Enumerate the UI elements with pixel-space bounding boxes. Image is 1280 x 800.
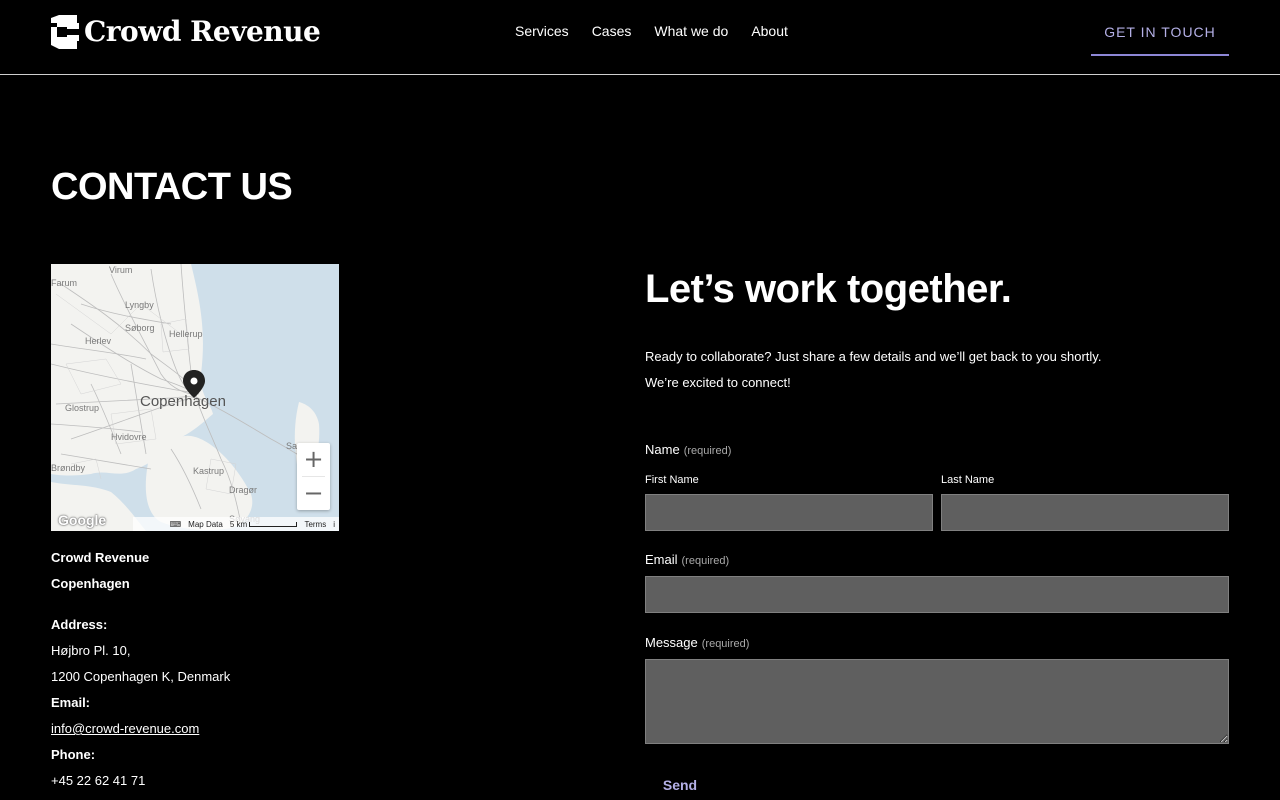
zoom-out-button[interactable]: − bbox=[297, 477, 330, 510]
form-headline: Let’s work together. bbox=[645, 267, 1012, 311]
crowd-revenue-logo-icon bbox=[51, 15, 79, 49]
address-line-2: 1200 Copenhagen K, Denmark bbox=[51, 669, 231, 684]
nav-cases[interactable]: Cases bbox=[592, 23, 632, 39]
main-nav: Services Cases What we do About bbox=[515, 23, 788, 39]
company-city: Copenhagen bbox=[51, 576, 130, 591]
company-name: Crowd Revenue bbox=[51, 550, 150, 565]
map-scale: 5 km bbox=[230, 520, 298, 529]
map-label-copenhagen: Copenhagen bbox=[140, 393, 226, 410]
map-scale-label: 5 km bbox=[229, 519, 248, 529]
map-data-link[interactable]: Map Data bbox=[188, 520, 223, 529]
contact-details: Crowd Revenue Copenhagen Address: Højbro… bbox=[51, 545, 230, 794]
name-required: (required) bbox=[683, 445, 732, 457]
email-link[interactable]: info@crowd-revenue.com bbox=[51, 721, 199, 736]
map-scale-bar bbox=[249, 521, 298, 527]
email-input[interactable] bbox=[645, 576, 1229, 613]
email-field-label: Email (required) bbox=[645, 552, 729, 567]
last-name-label: Last Name bbox=[941, 474, 995, 486]
site-header: Crowd Revenue Services Cases What we do … bbox=[0, 0, 1280, 75]
map-label-hellerup: Hellerup bbox=[169, 329, 203, 339]
map-attribution: ⌨ Map Data 5 km Terms i bbox=[51, 517, 339, 531]
map-label-glostrup: Glostrup bbox=[65, 403, 99, 413]
zoom-in-button[interactable]: + bbox=[297, 443, 330, 476]
map-info-icon[interactable]: i bbox=[333, 520, 335, 529]
map-label-dragor: Dragør bbox=[229, 485, 257, 495]
last-name-input[interactable] bbox=[941, 494, 1229, 531]
intro-line-2: We’re excited to connect! bbox=[645, 375, 791, 390]
form-intro: Ready to collaborate? Just share a few d… bbox=[645, 344, 1101, 396]
nav-about[interactable]: About bbox=[751, 23, 788, 39]
message-required: (required) bbox=[701, 638, 750, 650]
first-name-label: First Name bbox=[645, 474, 699, 486]
name-label: Name (required) bbox=[645, 442, 731, 457]
phone-label: Phone: bbox=[51, 747, 96, 762]
map-label-sweden-partial: Sa bbox=[286, 441, 297, 451]
name-label-text: Name bbox=[645, 442, 680, 457]
message-label: Message (required) bbox=[645, 635, 749, 650]
brand-name: Crowd Revenue bbox=[84, 15, 321, 48]
address-label: Address: bbox=[51, 617, 108, 632]
send-button[interactable]: Send bbox=[645, 770, 715, 800]
map-zoom-control: + − bbox=[297, 443, 330, 510]
email-label: Email: bbox=[51, 695, 91, 710]
nav-what-we-do[interactable]: What we do bbox=[654, 23, 728, 39]
map-label-soborg: Søborg bbox=[125, 323, 155, 333]
map-label-farum: Farum bbox=[51, 278, 77, 288]
map-label-brondby: Brøndby bbox=[51, 463, 86, 473]
map-label-lyngby: Lyngby bbox=[125, 300, 154, 310]
message-label-text: Message bbox=[645, 635, 698, 650]
phone-number: +45 22 62 41 71 bbox=[51, 773, 146, 788]
brand-logo[interactable]: Crowd Revenue bbox=[51, 15, 321, 49]
message-textarea[interactable] bbox=[645, 659, 1229, 744]
map-label-hvidovre: Hvidovre bbox=[111, 432, 147, 442]
get-in-touch-button[interactable]: GET IN TOUCH bbox=[1091, 15, 1229, 56]
map-label-virum: Virum bbox=[109, 265, 132, 275]
keyboard-icon[interactable]: ⌨ bbox=[170, 520, 182, 529]
map-canvas[interactable]: Virum Farum Lyngby Søborg Hellerup Herle… bbox=[51, 264, 339, 531]
address-line-1: Højbro Pl. 10, bbox=[51, 643, 131, 658]
page-title: CONTACT US bbox=[51, 166, 293, 208]
email-label-text: Email bbox=[645, 552, 678, 567]
nav-services[interactable]: Services bbox=[515, 23, 569, 39]
map-label-kastrup: Kastrup bbox=[193, 466, 224, 476]
location-map[interactable]: Virum Farum Lyngby Søborg Hellerup Herle… bbox=[51, 264, 339, 531]
map-label-herlev: Herlev bbox=[85, 336, 112, 346]
email-required: (required) bbox=[681, 555, 730, 567]
intro-line-1: Ready to collaborate? Just share a few d… bbox=[645, 349, 1102, 364]
map-terms-link[interactable]: Terms bbox=[304, 520, 326, 529]
first-name-input[interactable] bbox=[645, 494, 933, 531]
